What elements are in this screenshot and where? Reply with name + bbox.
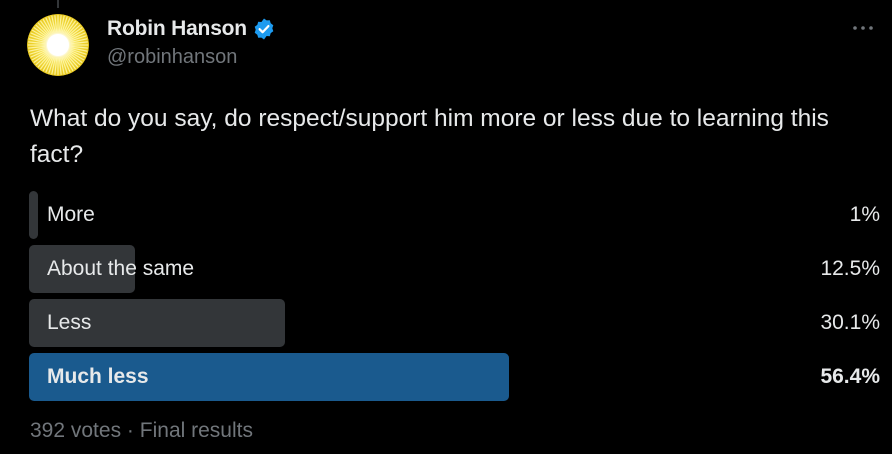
poll-option-label: More	[47, 203, 95, 226]
author-block: Robin Hanson @robinhanson	[107, 14, 276, 69]
poll-separator: ·	[126, 419, 134, 442]
poll-option-label: Less	[47, 311, 92, 334]
poll-status: Final results	[139, 419, 253, 442]
sun-avatar-icon	[27, 14, 89, 76]
poll-bar	[29, 191, 38, 239]
poll-vote-count: 392 votes	[30, 419, 122, 442]
poll-footer: 392 votes · Final results	[30, 419, 253, 443]
tweet-card: Robin Hanson @robinhanson What do you sa…	[0, 0, 892, 454]
poll-option-percent: 1%	[849, 203, 880, 226]
avatar[interactable]	[27, 14, 89, 76]
poll-option-about-the-same: About the same 12.5%	[29, 245, 880, 293]
more-options-button[interactable]	[850, 18, 876, 38]
poll-option-label: Much less	[47, 365, 149, 388]
verified-badge-icon[interactable]	[252, 17, 276, 41]
poll-option-percent: 56.4%	[820, 365, 880, 388]
author-name[interactable]: Robin Hanson	[107, 17, 247, 41]
thread-line	[57, 0, 59, 8]
tweet-text: What do you say, do respect/support him …	[30, 105, 829, 168]
more-dots-icon	[853, 26, 873, 30]
author-handle[interactable]: @robinhanson	[107, 46, 276, 69]
poll: More 1% About the same 12.5% Less 30.1% …	[29, 191, 880, 407]
poll-option-more: More 1%	[29, 191, 880, 239]
poll-option-percent: 30.1%	[820, 311, 880, 334]
poll-option-percent: 12.5%	[820, 257, 880, 280]
poll-option-label: About the same	[47, 257, 195, 280]
poll-option-much-less: Much less 56.4%	[29, 353, 880, 401]
poll-option-less: Less 30.1%	[29, 299, 880, 347]
